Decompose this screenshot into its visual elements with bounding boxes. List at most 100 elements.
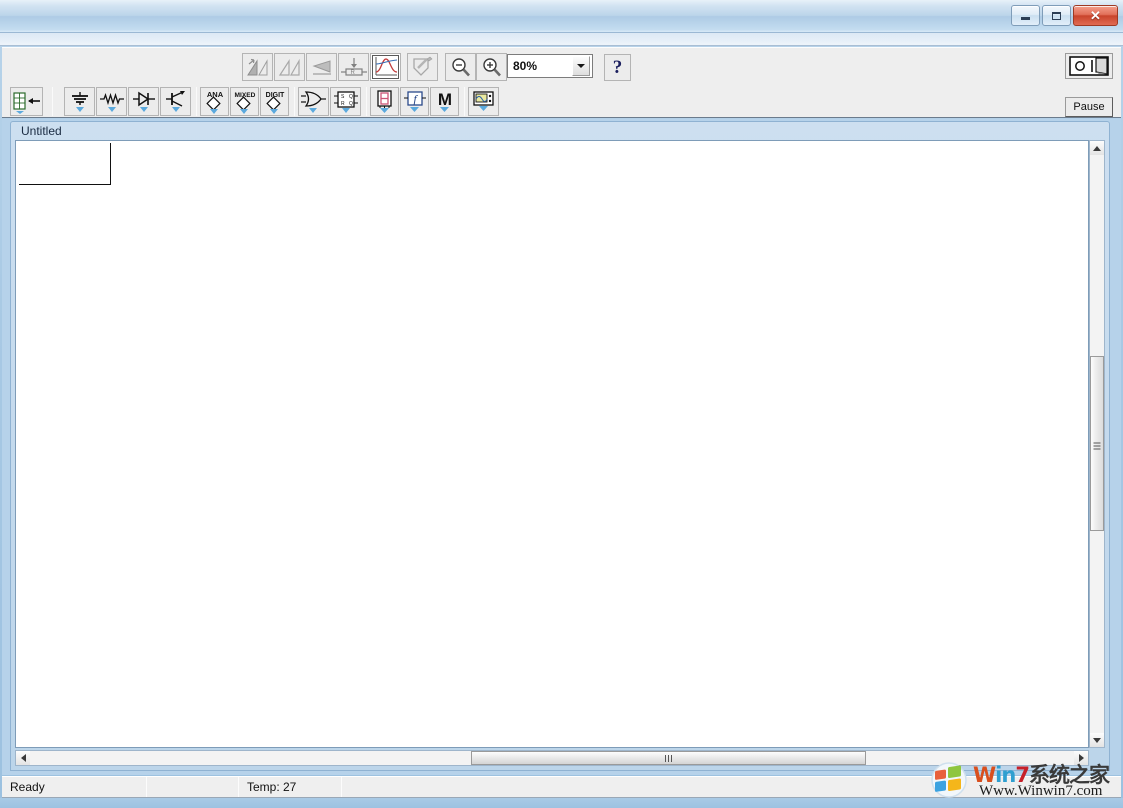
place-component-icon [12, 90, 42, 114]
place-cmos-button[interactable]: S Q R Q [330, 87, 361, 116]
svg-text:Q: Q [349, 94, 353, 100]
schematic-canvas[interactable] [15, 140, 1089, 748]
chevron-down-icon [577, 64, 585, 68]
question-mark-icon: ? [613, 57, 623, 79]
zoom-in-button[interactable] [476, 53, 507, 81]
svg-text:ANA: ANA [206, 90, 223, 99]
place-diode-icon [131, 90, 157, 114]
component-wizard-glyph: R [341, 56, 367, 78]
erc-glyph [411, 56, 435, 78]
vertical-scroll-thumb[interactable] [1090, 356, 1104, 531]
toolbar-separator [52, 87, 53, 116]
close-button[interactable]: ✕ [1073, 5, 1118, 26]
application-window: ✕ [0, 0, 1123, 808]
place-basic-button[interactable] [96, 87, 127, 116]
place-transistor-button[interactable] [160, 87, 191, 116]
help-button[interactable]: ? [604, 54, 631, 81]
mdi-client-area: Untitled [2, 119, 1121, 775]
toolbar-separator [464, 87, 465, 116]
place-ttl-button[interactable] [298, 87, 329, 116]
window-bottom-edge [0, 798, 1123, 808]
scroll-left-button[interactable] [16, 751, 30, 765]
svg-text:DIGIT: DIGIT [265, 92, 284, 99]
triangle-left-icon [21, 754, 26, 762]
place-analog-icon: ANA [202, 89, 228, 115]
postprocessor-icon[interactable] [306, 53, 337, 81]
place-source-icon [67, 90, 93, 114]
document-title: Untitled [11, 122, 1109, 140]
svg-text:R: R [341, 101, 345, 107]
zoom-out-button[interactable] [445, 53, 476, 81]
simulation-power-switch[interactable] [1065, 53, 1113, 79]
svg-text:M: M [437, 90, 451, 109]
toolbar-separator [196, 87, 197, 116]
zoom-in-icon [481, 57, 503, 78]
place-function-icon: f [402, 89, 428, 114]
place-resistor-icon [98, 90, 126, 114]
place-misc-button[interactable]: M [430, 87, 459, 116]
grapher-glyph [372, 55, 399, 79]
analyses-glyph [278, 57, 302, 77]
zoom-out-icon [450, 57, 472, 78]
toolbar-area: R [2, 47, 1121, 118]
place-flipflop-icon: S Q R Q [332, 90, 360, 114]
horizontal-scroll-thumb[interactable] [471, 751, 866, 765]
svg-text:R: R [350, 70, 355, 76]
zoom-level-value: 80% [508, 59, 572, 73]
triangle-up-icon [1093, 146, 1101, 151]
place-mixed-icon: MIXED [232, 89, 258, 115]
status-message: Ready [2, 777, 147, 797]
component-wizard-icon[interactable]: R [338, 53, 369, 81]
zoom-dropdown-button[interactable] [572, 56, 590, 76]
scroll-right-button[interactable] [1074, 751, 1088, 765]
place-analog-button[interactable]: ANA [200, 87, 229, 116]
place-logic-gate-icon [300, 90, 328, 114]
scroll-grip-icon [1094, 440, 1101, 447]
toolbar-separator [294, 87, 295, 116]
maximize-button[interactable] [1042, 5, 1071, 26]
svg-text:Q: Q [349, 101, 353, 107]
window-controls: ✕ [1011, 5, 1118, 26]
canvas-selection-rect [19, 143, 111, 185]
place-instrument-icon [470, 89, 498, 114]
scroll-up-button[interactable] [1090, 141, 1104, 155]
place-transistor-icon [163, 90, 189, 114]
place-seven-segment-icon [372, 89, 398, 114]
place-digital-button[interactable]: DIGIT [260, 87, 289, 116]
triangle-down-icon [1093, 738, 1101, 743]
run-analysis-icon[interactable] [242, 53, 273, 81]
run-analysis-glyph [246, 57, 270, 77]
status-pane-extra [342, 777, 1121, 797]
status-temperature: Temp: 27 [239, 777, 342, 797]
components-toolbar: ANA MIXED DIGIT [2, 84, 1121, 119]
document-window: Untitled [10, 121, 1110, 771]
scroll-down-button[interactable] [1090, 733, 1104, 747]
place-diode-button[interactable] [128, 87, 159, 116]
place-misc-function-button[interactable]: f [400, 87, 429, 116]
place-digital-icon: DIGIT [262, 89, 288, 115]
status-pane-blank [147, 777, 239, 797]
scroll-grip-icon [665, 755, 672, 762]
place-indicator-button[interactable] [370, 87, 399, 116]
place-component-button[interactable] [10, 87, 43, 116]
zoom-level-combobox[interactable]: 80% [507, 54, 593, 78]
triangle-right-icon [1079, 754, 1084, 762]
place-source-button[interactable] [64, 87, 95, 116]
toolbar-separator [366, 87, 367, 116]
postprocessor-glyph [310, 57, 334, 77]
electrical-rules-check-icon[interactable] [407, 53, 438, 81]
grapher-icon[interactable] [370, 53, 401, 81]
minimize-icon [1021, 17, 1030, 20]
status-bar: Ready Temp: 27 [2, 776, 1121, 798]
place-instrument-button[interactable] [468, 87, 499, 116]
place-mixed-button[interactable]: MIXED [230, 87, 259, 116]
minimize-button[interactable] [1011, 5, 1040, 26]
menu-bar[interactable] [0, 33, 1123, 46]
maximize-icon [1052, 12, 1061, 20]
analyses-icon[interactable] [274, 53, 305, 81]
title-bar: ✕ [0, 0, 1123, 33]
vertical-scrollbar[interactable] [1089, 140, 1105, 748]
horizontal-scrollbar[interactable] [15, 750, 1089, 766]
power-switch-icon [1069, 56, 1109, 76]
place-misc-icon: M [432, 89, 458, 114]
